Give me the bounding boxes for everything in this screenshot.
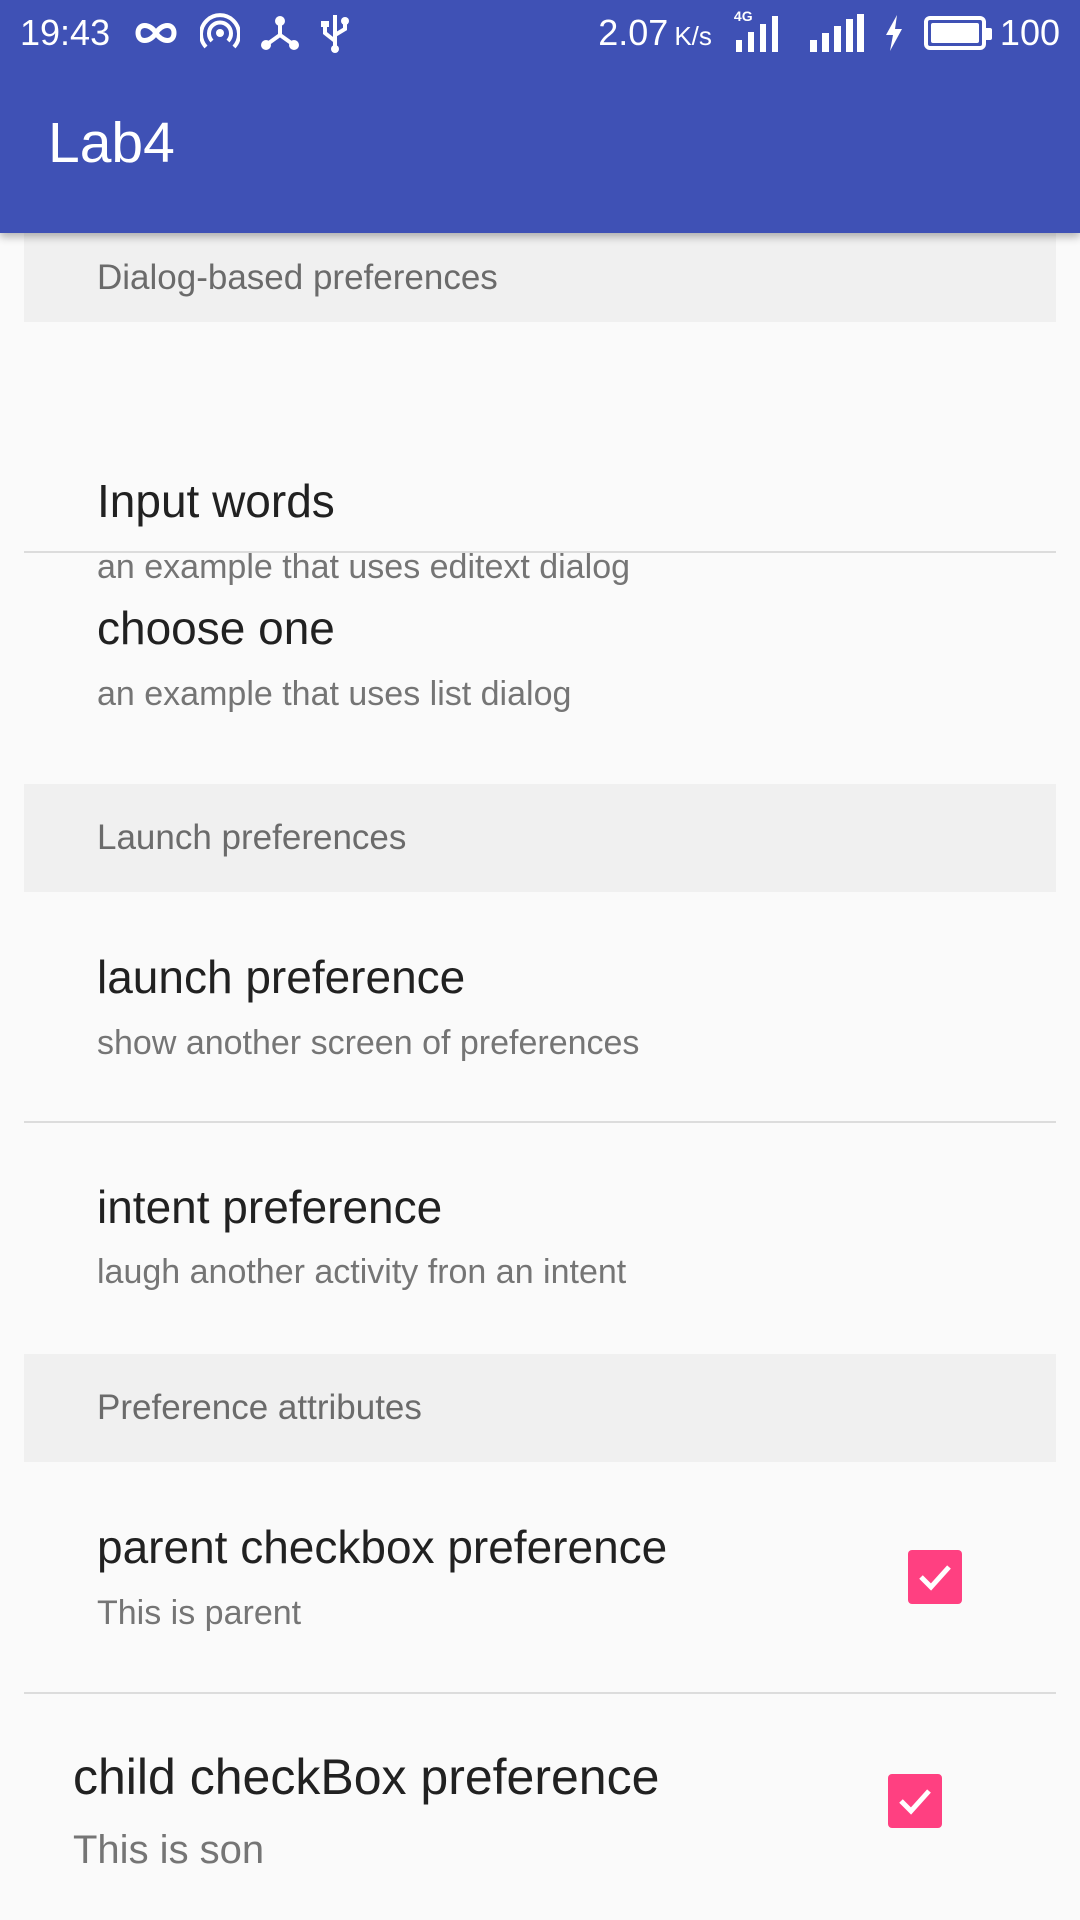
pref-choose-one[interactable]: choose one an example that uses list dia…: [24, 553, 1056, 784]
network-type-label: 4G: [733, 7, 753, 24]
battery-icon: [923, 15, 992, 50]
pref-title: intent preference: [97, 1181, 443, 1233]
pref-title: parent checkbox preference: [97, 1521, 668, 1573]
app-toolbar: Lab4: [0, 65, 1080, 233]
signal-icon: [808, 13, 864, 52]
preference-list[interactable]: Dialog-based preferences Input words an …: [0, 233, 1080, 1920]
checkmark-icon: [919, 1565, 951, 1591]
network-speed: 2.07 K/s: [598, 12, 712, 54]
pref-title: choose one: [97, 602, 335, 654]
infinity-icon: [132, 19, 180, 47]
pref-summary: show another screen of preferences: [97, 1024, 640, 1062]
pref-summary: This is son: [73, 1828, 265, 1872]
pref-title: launch preference: [97, 951, 466, 1003]
toolbar-title: Lab4: [48, 111, 175, 175]
pref-input-words[interactable]: Input words an example that uses editext…: [24, 322, 1056, 584]
category-attributes: Preference attributes: [24, 1354, 1056, 1462]
checkmark-icon: [899, 1789, 931, 1815]
category-label: Launch preferences: [97, 818, 407, 857]
category-launch: Launch preferences: [24, 784, 1056, 892]
child-checkbox[interactable]: [888, 1774, 942, 1828]
status-time: 19:43: [20, 11, 111, 53]
battery-fill: [930, 22, 979, 43]
pref-intent[interactable]: intent preference laugh another activity…: [24, 1123, 1056, 1354]
parent-checkbox[interactable]: [908, 1550, 962, 1604]
pref-title: Input words: [97, 475, 335, 527]
status-bar-right: 2.07 K/s 4G 100: [598, 8, 1060, 54]
pref-child-checkbox[interactable]: child checkBox preference This is son: [24, 1694, 1056, 1920]
charging-icon: [884, 14, 904, 51]
screen: 19:43 2.07 K/s 4G 100 Lab4 Dialog-based …: [0, 0, 1080, 1920]
battery-level: 100: [999, 11, 1060, 53]
pref-parent-checkbox[interactable]: parent checkbox preference This is paren…: [24, 1462, 1056, 1694]
pref-summary: This is parent: [97, 1594, 302, 1632]
pref-launch[interactable]: launch preference show another screen of…: [24, 892, 1056, 1123]
network-speed-value: 2.07: [598, 11, 669, 53]
hotspot-icon: [200, 12, 241, 53]
share-icon: [260, 13, 300, 53]
network-speed-unit: K/s: [674, 20, 712, 51]
usb-icon: [320, 13, 350, 53]
pref-title: child checkBox preference: [73, 1749, 660, 1805]
status-bar-left: 19:43: [20, 12, 370, 54]
category-label: Dialog-based preferences: [97, 257, 498, 297]
signal-4g-icon: 4G: [734, 8, 788, 52]
category-dialog-based: Dialog-based preferences: [24, 233, 1056, 322]
status-bar: 19:43 2.07 K/s 4G 100: [0, 0, 1080, 65]
category-label: Preference attributes: [97, 1388, 422, 1427]
pref-summary: laugh another activity fron an intent: [97, 1253, 627, 1291]
pref-summary: an example that uses list dialog: [97, 675, 572, 713]
